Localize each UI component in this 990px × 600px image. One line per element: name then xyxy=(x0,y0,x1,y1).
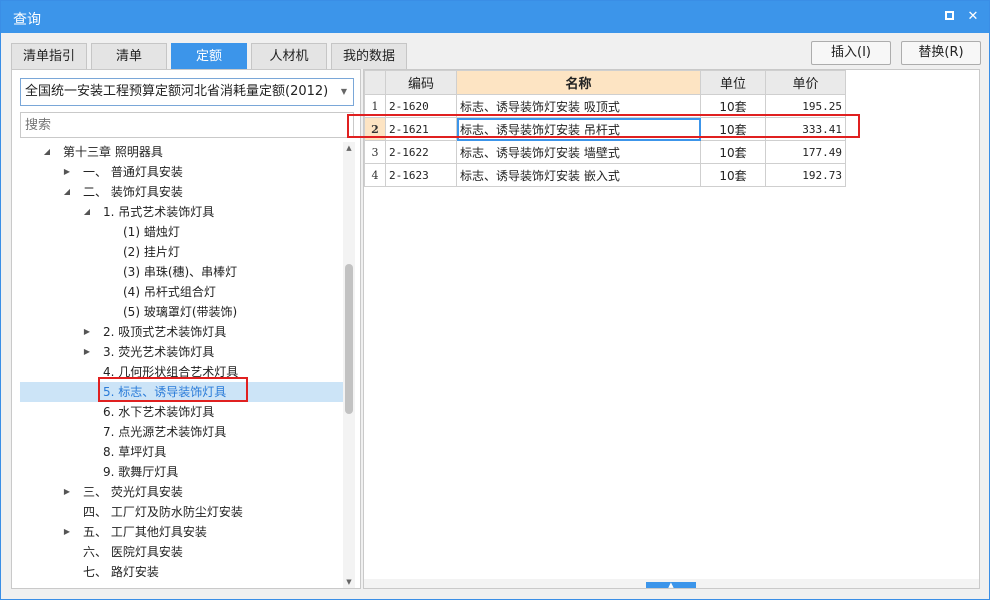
row-number[interactable]: 3 xyxy=(364,140,386,164)
cell-code[interactable]: 2-1621 xyxy=(385,117,457,141)
replace-button[interactable]: 替换(R) xyxy=(901,41,981,65)
maximize-button[interactable] xyxy=(939,7,959,27)
expanded-triangle-icon[interactable]: ◢ xyxy=(62,182,72,202)
tree-node[interactable]: ▶ 3. 荧光艺术装饰灯具 xyxy=(20,342,343,362)
tab-labor-material-machine[interactable]: 人材机 xyxy=(251,43,327,69)
cell-name-focused[interactable]: 标志、诱导装饰灯安装 吊杆式 xyxy=(456,117,701,141)
column-header-unit[interactable]: 单位 xyxy=(700,70,766,95)
query-dialog: 查询 ✕ 清单指引 清单 定额 人材机 我的数据 插入(I) 替换(R) 全国统… xyxy=(0,0,990,600)
row-number[interactable]: 1 xyxy=(364,94,386,118)
tree-node[interactable]: (2) 挂片灯 xyxy=(20,242,343,262)
cell-unit[interactable]: 10套 xyxy=(700,163,766,187)
table-header-row: 编码 名称 单位 单价 xyxy=(364,70,846,95)
tree-node[interactable]: 8. 草坪灯具 xyxy=(20,442,343,462)
collapsed-triangle-icon[interactable]: ▶ xyxy=(82,322,92,342)
tree-node[interactable]: (3) 串珠(穗)、串棒灯 xyxy=(20,262,343,282)
collapsed-triangle-icon[interactable]: ▶ xyxy=(82,342,92,362)
cell-name[interactable]: 标志、诱导装饰灯安装 墙壁式 xyxy=(456,140,701,164)
tree-node[interactable]: 6. 水下艺术装饰灯具 xyxy=(20,402,343,422)
column-header-price[interactable]: 单价 xyxy=(765,70,846,95)
table-row-current[interactable]: 2 2-1621 标志、诱导装饰灯安装 吊杆式 10套 333.41 xyxy=(364,117,846,141)
tab-bill-guide[interactable]: 清单指引 xyxy=(11,43,87,69)
tree-vertical-scrollbar[interactable]: ▲ ▼ xyxy=(343,142,355,588)
close-icon[interactable]: ✕ xyxy=(963,7,983,27)
tree-node[interactable]: 7. 点光源艺术装饰灯具 xyxy=(20,422,343,442)
chevron-down-icon: ▼ xyxy=(340,87,347,96)
tree-node[interactable]: ◢ 二、 装饰灯具安装 xyxy=(20,182,343,202)
cell-price[interactable]: 333.41 xyxy=(765,117,846,141)
tree-node[interactable]: ▶ 五、 工厂其他灯具安装 xyxy=(20,522,343,542)
maximize-icon xyxy=(944,10,954,20)
cell-price[interactable]: 192.73 xyxy=(765,163,846,187)
quota-results-panel: 编码 名称 单位 单价 1 2-1620 标志、诱导装饰灯安装 吸顶式 10套 … xyxy=(347,69,980,589)
window-title: 查询 xyxy=(13,12,41,28)
quota-library-select[interactable]: 全国统一安装工程预算定额河北省消耗量定额(2012) ▼ xyxy=(20,78,354,106)
cell-price[interactable]: 195.25 xyxy=(765,94,846,118)
insert-button[interactable]: 插入(I) xyxy=(811,41,891,65)
tree-node[interactable]: ▶ 一、 普通灯具安装 xyxy=(20,162,343,182)
cell-name[interactable]: 标志、诱导装饰灯安装 吸顶式 xyxy=(456,94,701,118)
results-horizontal-scrollbar[interactable]: ▲ xyxy=(364,579,979,589)
tree-node[interactable]: 9. 歌舞厅灯具 xyxy=(20,462,343,482)
title-bar[interactable]: 查询 ✕ xyxy=(1,1,989,33)
tree-node-selected[interactable]: 5. 标志、诱导装饰灯具 xyxy=(20,382,343,402)
table-row[interactable]: 4 2-1623 标志、诱导装饰灯安装 嵌入式 10套 192.73 xyxy=(364,163,846,187)
scroll-down-icon[interactable]: ▼ xyxy=(343,576,355,588)
cell-unit[interactable]: 10套 xyxy=(700,117,766,141)
cell-code[interactable]: 2-1623 xyxy=(385,163,457,187)
expanded-triangle-icon[interactable]: ◢ xyxy=(42,142,52,162)
cell-code[interactable]: 2-1620 xyxy=(385,94,457,118)
collapsed-triangle-icon[interactable]: ▶ xyxy=(62,162,72,182)
tree-node[interactable]: ◢ 1. 吊式艺术装饰灯具 xyxy=(20,202,343,222)
cell-unit[interactable]: 10套 xyxy=(700,140,766,164)
cell-unit[interactable]: 10套 xyxy=(700,94,766,118)
quota-tree-panel: 全国统一安装工程预算定额河北省消耗量定额(2012) ▼ ◢ 第十三章 照明器具… xyxy=(11,69,361,589)
scroll-up-icon[interactable]: ▲ xyxy=(343,142,355,154)
row-number[interactable]: 2 xyxy=(364,117,386,141)
cell-code[interactable]: 2-1622 xyxy=(385,140,457,164)
tree-node[interactable]: (5) 玻璃罩灯(带装饰) xyxy=(20,302,343,322)
collapsed-triangle-icon[interactable]: ▶ xyxy=(62,522,72,542)
tab-my-data[interactable]: 我的数据 xyxy=(331,43,407,69)
row-number-header[interactable] xyxy=(364,70,386,95)
table-row[interactable]: 1 2-1620 标志、诱导装饰灯安装 吸顶式 10套 195.25 xyxy=(364,94,846,118)
quota-library-value: 全国统一安装工程预算定额河北省消耗量定额(2012) xyxy=(25,84,329,99)
column-header-name[interactable]: 名称 xyxy=(456,70,701,95)
expanded-triangle-icon[interactable]: ◢ xyxy=(82,202,92,222)
row-number[interactable]: 4 xyxy=(364,163,386,187)
collapsed-triangle-icon[interactable]: ▶ xyxy=(62,482,72,502)
tree-node[interactable]: (4) 吊杆式组合灯 xyxy=(20,282,343,302)
tree-node[interactable]: 七、 路灯安装 xyxy=(20,562,343,582)
tree-node[interactable]: 4. 几何形状组合艺术灯具 xyxy=(20,362,343,382)
tree-node[interactable]: ▶ 三、 荧光灯具安装 xyxy=(20,482,343,502)
cell-price[interactable]: 177.49 xyxy=(765,140,846,164)
cell-name[interactable]: 标志、诱导装饰灯安装 嵌入式 xyxy=(456,163,701,187)
collapse-panel-handle-icon[interactable]: ▲ xyxy=(646,582,696,589)
scrollbar-thumb[interactable] xyxy=(345,264,353,414)
tree-node[interactable]: 六、 医院灯具安装 xyxy=(20,542,343,562)
results-table: 编码 名称 单位 单价 1 2-1620 标志、诱导装饰灯安装 吸顶式 10套 … xyxy=(364,70,846,187)
table-row[interactable]: 3 2-1622 标志、诱导装饰灯安装 墙壁式 10套 177.49 xyxy=(364,140,846,164)
tree-node[interactable]: ▶ 2. 吸顶式艺术装饰灯具 xyxy=(20,322,343,342)
chapter-tree: ◢ 第十三章 照明器具 ▶ 一、 普通灯具安装 ◢ 二、 装饰灯具安装 ◢ 1.… xyxy=(20,142,343,586)
column-header-code[interactable]: 编码 xyxy=(385,70,457,95)
tree-node[interactable]: 四、 工厂灯及防水防尘灯安装 xyxy=(20,502,343,522)
tree-node[interactable]: (1) 蜡烛灯 xyxy=(20,222,343,242)
tree-node[interactable]: ◢ 第十三章 照明器具 xyxy=(20,142,343,162)
search-input[interactable] xyxy=(20,112,354,138)
tab-bill[interactable]: 清单 xyxy=(91,43,167,69)
tab-quota[interactable]: 定额 xyxy=(171,43,247,69)
